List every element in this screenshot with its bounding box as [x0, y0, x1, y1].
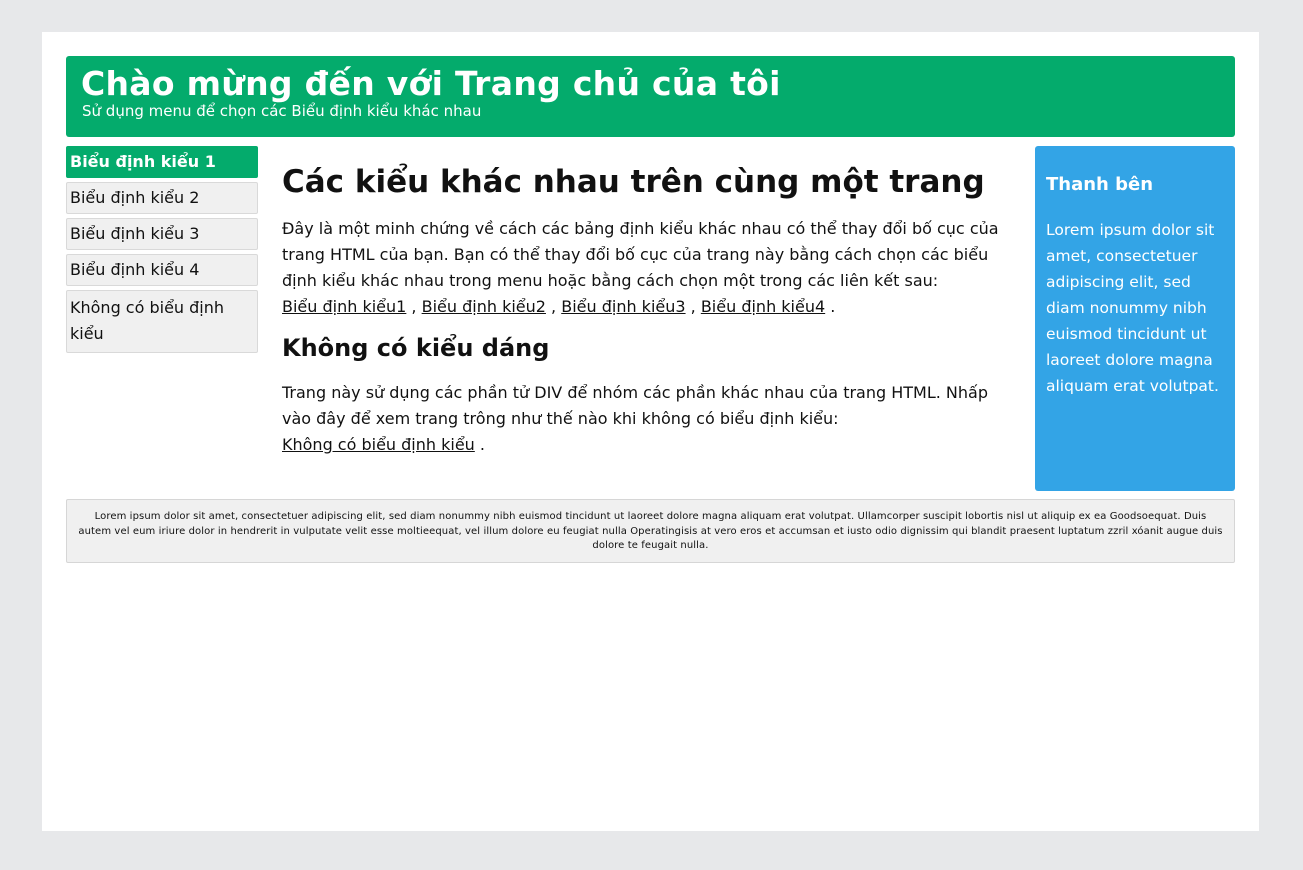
menu-item-no-stylesheet[interactable]: Không có biểu định kiểu: [66, 290, 258, 353]
link-separator: ,: [685, 297, 701, 316]
page-title: Chào mừng đến với Trang chủ của tôi: [81, 64, 781, 103]
link-separator: ,: [406, 297, 422, 316]
site-header: Chào mừng đến với Trang chủ của tôi Sử d…: [66, 56, 1235, 137]
sidebar-text: Lorem ipsum dolor sit amet, consectetuer…: [1046, 221, 1219, 395]
sidebar-title: Thanh bên: [1046, 174, 1154, 195]
menu-item-stylesheet-4[interactable]: Biểu định kiểu 4: [66, 254, 258, 286]
link-no-stylesheet[interactable]: Không có biểu định kiểu: [282, 435, 475, 454]
stylesheet-menu: Biểu định kiểu 1 Biểu định kiểu 2 Biểu đ…: [66, 146, 258, 357]
site-footer: Lorem ipsum dolor sit amet, consectetuer…: [66, 499, 1235, 563]
link-stylesheet-1[interactable]: Biểu định kiểu1: [282, 297, 406, 316]
menu-item-stylesheet-3[interactable]: Biểu định kiểu 3: [66, 218, 258, 250]
link-stylesheet-2[interactable]: Biểu định kiểu2: [422, 297, 546, 316]
body-text: Trang này sử dụng các phần tử DIV để nhó…: [282, 383, 988, 428]
intro-paragraph: Đây là một minh chứng về cách các bảng đ…: [282, 216, 1012, 320]
page-subtitle: Sử dụng menu để chọn các Biểu định kiểu …: [82, 102, 482, 120]
sidebar: Thanh bên Lorem ipsum dolor sit amet, co…: [1035, 146, 1235, 491]
main-content: Các kiểu khác nhau trên cùng một trang Đ…: [282, 164, 1012, 458]
link-stylesheet-4[interactable]: Biểu định kiểu4: [701, 297, 825, 316]
menu-item-stylesheet-2[interactable]: Biểu định kiểu 2: [66, 182, 258, 214]
link-separator: ,: [545, 297, 562, 316]
subheading: Không có kiểu dáng: [282, 334, 550, 362]
link-stylesheet-3[interactable]: Biểu định kiểu3: [561, 297, 685, 316]
footer-text: Lorem ipsum dolor sit amet, consectetuer…: [78, 511, 1223, 551]
link-end: .: [825, 297, 836, 316]
menu-item-stylesheet-1[interactable]: Biểu định kiểu 1: [66, 146, 258, 178]
main-heading: Các kiểu khác nhau trên cùng một trang: [282, 164, 985, 200]
browser-viewport: Chào mừng đến với Trang chủ của tôi Sử d…: [0, 0, 1301, 868]
page-container: Chào mừng đến với Trang chủ của tôi Sử d…: [42, 32, 1259, 831]
body-paragraph: Trang này sử dụng các phần tử DIV để nhó…: [282, 380, 1012, 458]
intro-text: Đây là một minh chứng về cách các bảng đ…: [282, 219, 999, 290]
link-end: .: [474, 435, 485, 454]
